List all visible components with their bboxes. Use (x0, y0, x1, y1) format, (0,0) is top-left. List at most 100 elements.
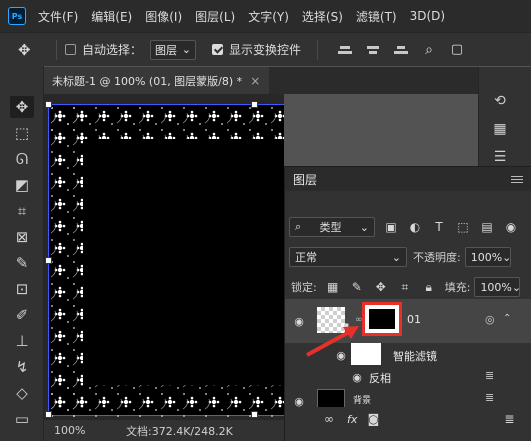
smart-filter-toggle-icon[interactable]: ◎ (485, 313, 495, 326)
layer-name[interactable]: 01 (407, 313, 421, 326)
layer-name[interactable]: 背景 (353, 393, 371, 406)
zoom-level[interactable]: 100% (54, 424, 114, 437)
move-tool-icon[interactable]: ✥ (18, 41, 48, 59)
marquee-icon[interactable]: ⬚ (10, 122, 34, 144)
menu-select[interactable]: 选择(S) (302, 8, 343, 25)
search-icon[interactable]: ⌕ (420, 41, 438, 59)
chevron-down-icon: ⌄ (502, 250, 512, 264)
brush-icon[interactable]: ✐ (10, 304, 34, 326)
transform-handle[interactable] (251, 411, 258, 418)
filter-toggle-icon[interactable]: ◉ (503, 219, 519, 235)
eye-icon[interactable]: ◉ (291, 315, 307, 328)
blend-mode-dropdown[interactable]: 正常 ⌄ (289, 247, 407, 267)
eye-icon[interactable]: ◉ (349, 371, 365, 384)
divider (56, 39, 57, 60)
menu-type[interactable]: 文字(Y) (248, 8, 289, 25)
menu-file[interactable]: 文件(F) (38, 8, 78, 25)
move-tool-icon[interactable]: ✥ (10, 96, 34, 118)
lock-artboard-icon[interactable]: ⌗ (397, 279, 413, 295)
transform-handle[interactable] (251, 101, 258, 108)
status-bar: 100% 文档:372.4K/248.2K (44, 419, 284, 441)
lock-all-icon[interactable]: 🔒︎ (421, 279, 437, 295)
filter-mask-thumbnail[interactable] (351, 343, 381, 365)
crop-icon[interactable]: ⌗ (10, 200, 34, 222)
eyedropper-icon[interactable]: ✎ (10, 252, 34, 274)
opacity-input[interactable]: 100% ⌄ (464, 247, 512, 267)
divider (317, 39, 319, 60)
layer-row[interactable]: ◉ ▪ ∞ 01 ◎ ⌃ (285, 299, 531, 343)
transform-handle[interactable] (45, 411, 52, 418)
fx-button[interactable]: fx (347, 413, 357, 426)
filter-kind-dropdown[interactable]: ⌕ 类型 ⌄ (289, 217, 375, 237)
lock-label: 锁定: (291, 281, 317, 294)
show-transform-label: 显示变换控件 (229, 43, 302, 57)
align-right-icon[interactable] (392, 41, 410, 59)
panel-menu-icon[interactable] (511, 174, 523, 185)
link-layers-icon[interactable]: ∞ (321, 411, 337, 427)
smart-object-filter-icon[interactable]: ▤ (479, 219, 495, 235)
document-canvas[interactable] (45, 101, 284, 418)
lock-position-icon[interactable]: ✥ (373, 279, 389, 295)
adjustment-filter-icon[interactable]: ◐ (407, 219, 423, 235)
align-left-icon[interactable] (336, 41, 354, 59)
align-center-icon[interactable] (364, 41, 382, 59)
eraser-icon[interactable]: ◇ (10, 382, 34, 404)
chevron-down-icon: ⌄ (359, 220, 369, 234)
chevron-up-icon[interactable]: ⌃ (503, 313, 511, 324)
transform-handle[interactable] (45, 257, 52, 264)
auto-select-checkbox[interactable] (65, 44, 76, 55)
lasso-icon[interactable]: ᘏ (10, 148, 34, 170)
gradient-icon[interactable]: ▭ (10, 408, 34, 430)
lock-pixels-icon[interactable]: ✎ (349, 279, 365, 295)
auto-select-dropdown[interactable]: 图层 ⌄ (150, 39, 197, 60)
menu-edit[interactable]: 编辑(E) (91, 8, 132, 25)
menu-image[interactable]: 图像(I) (145, 8, 182, 25)
shape-filter-icon[interactable]: ⬚ (455, 219, 471, 235)
layers-panel-header: 图层 (285, 167, 531, 191)
type-filter-icon[interactable]: T (431, 219, 447, 235)
frame-icon[interactable]: ⊠ (10, 226, 34, 248)
opacity-label: 不透明度: (413, 251, 461, 264)
filter-options-icon[interactable]: ≣ (485, 369, 494, 382)
lock-transparent-icon[interactable]: ▦ (325, 279, 341, 295)
table-icon[interactable]: ▦ (491, 121, 509, 137)
layer-filter-row: ⌕ 类型 ⌄ ▣ ◐ T ⬚ ▤ ◉ (285, 217, 531, 237)
layers-bottom-bar: ∞ fx ◙ ≣ (285, 407, 531, 431)
filter-options-icon[interactable]: ≣ (501, 411, 517, 427)
patch-icon[interactable]: ⊡ (10, 278, 34, 300)
menu-bar: Ps 文件(F) 编辑(E) 图像(I) 图层(L) 文字(Y) 选择(S) 滤… (0, 0, 531, 32)
show-transform-checkbox[interactable] (212, 44, 224, 55)
document-tab[interactable]: 未标题-1 @ 100% (01, 图层蒙版/8) * × (44, 67, 269, 94)
filter-row[interactable]: ◉ 反相 ≣ (285, 367, 531, 387)
filter-options-icon[interactable]: ≣ (485, 391, 494, 404)
document-tab-bar: 未标题-1 @ 100% (01, 图层蒙版/8) * × (44, 67, 478, 94)
layer-mask-thumbnail[interactable] (362, 302, 402, 336)
menu-filter[interactable]: 滤镜(T) (356, 8, 397, 25)
transform-handle[interactable] (45, 101, 52, 108)
close-icon[interactable]: × (250, 74, 260, 88)
menu-3d[interactable]: 3D(D) (410, 9, 445, 23)
fill-value: 100% (480, 280, 512, 294)
layers-panel-title[interactable]: 图层 (293, 171, 317, 188)
canvas-area[interactable] (44, 94, 284, 419)
auto-select-value: 图层 (155, 43, 178, 57)
adjust-icon[interactable]: ☰ (491, 149, 509, 165)
history-icon[interactable]: ⟲ (491, 93, 509, 109)
filter-kind-value: 类型 (319, 221, 342, 234)
smart-filter-row[interactable]: ◉ 智能滤镜 (285, 343, 531, 367)
eye-icon[interactable]: ◉ (291, 395, 307, 408)
fill-input[interactable]: 100% ⌄ (474, 277, 521, 297)
image-filter-icon[interactable]: ▣ (383, 219, 399, 235)
stamp-icon[interactable]: ⊥ (10, 330, 34, 352)
search-icon: ⌕ (295, 220, 302, 233)
eye-icon[interactable]: ◉ (333, 349, 349, 362)
history-brush-icon[interactable]: ↯ (10, 356, 34, 378)
frame-icon[interactable]: ▢ (448, 41, 466, 59)
menu-layer[interactable]: 图层(L) (195, 8, 235, 25)
object-select-icon[interactable]: ◩ (10, 174, 34, 196)
blend-row: 正常 ⌄ 不透明度: 100% ⌄ (285, 247, 531, 267)
add-mask-icon[interactable]: ◙ (365, 411, 381, 427)
photoshop-logo: Ps (8, 7, 26, 25)
layer-thumbnail (317, 307, 345, 333)
blend-mode-value: 正常 (295, 251, 317, 264)
